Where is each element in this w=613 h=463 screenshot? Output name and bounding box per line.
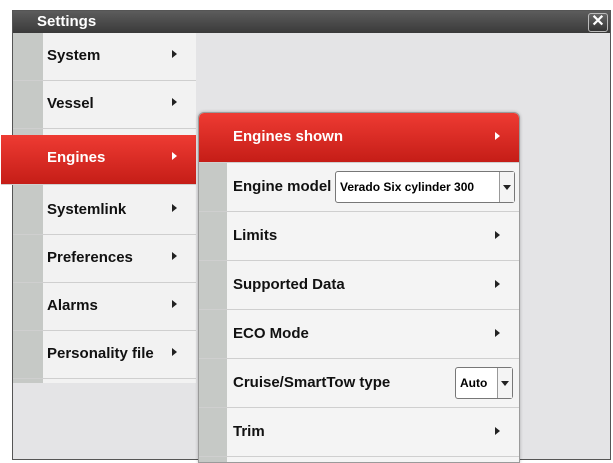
menu-item-label: Alarms (47, 297, 98, 314)
dropdown-button[interactable] (497, 368, 512, 398)
close-icon[interactable]: ✕ (588, 13, 608, 32)
chevron-right-icon (172, 348, 177, 356)
menu-item-label: Systemlink (47, 201, 127, 218)
menu-item-label: Personality file (47, 345, 154, 362)
submenu-item-cruise-smarttow-type: Cruise/SmartTow type Auto (199, 359, 519, 408)
menu-item-label: Vessel (47, 95, 94, 112)
submenu-item-engine-model: Engine model Verado Six cylinder 300 (199, 163, 519, 212)
menu-item-personality-file[interactable]: Personality file (13, 331, 196, 379)
dropdown-button[interactable] (499, 172, 514, 202)
submenu-item-trim[interactable]: Trim (199, 408, 519, 457)
menu-item-systemlink[interactable]: Systemlink (13, 187, 196, 235)
chevron-right-icon (172, 300, 177, 308)
dropdown-value: Verado Six cylinder 300 (340, 180, 475, 194)
menu-item-alarms[interactable]: Alarms (13, 283, 196, 331)
submenu-item-supported-data[interactable]: Supported Data (199, 261, 519, 310)
menu-item-label: System (47, 47, 101, 64)
submenu-item-engines-shown[interactable]: Engines shown (199, 113, 519, 163)
chevron-right-icon (495, 280, 500, 288)
chevron-right-icon (495, 132, 500, 140)
engines-submenu: Engines shown Engine model Verado Six cy… (198, 112, 520, 463)
chevron-down-icon (501, 381, 509, 386)
submenu-item-label: Limits (233, 227, 278, 244)
submenu-item-label: Cruise/SmartTow type (233, 374, 391, 391)
submenu-item-eco-mode[interactable]: ECO Mode (199, 310, 519, 359)
menu-item-label: Engines (47, 149, 106, 166)
chevron-right-icon (495, 427, 500, 435)
settings-menu: System Vessel Engines Systemlink Prefere… (1, 33, 196, 383)
menu-item-system[interactable]: System (13, 33, 196, 81)
chevron-right-icon (172, 98, 177, 106)
menu-item-label: Preferences (47, 249, 133, 266)
chevron-down-icon (503, 185, 511, 190)
engine-model-dropdown[interactable]: Verado Six cylinder 300 (335, 171, 515, 203)
cruise-type-dropdown[interactable]: Auto (455, 367, 513, 399)
submenu-item-label: Supported Data (233, 276, 345, 293)
dropdown-value: Auto (460, 376, 488, 390)
submenu-item-limits[interactable]: Limits (199, 212, 519, 261)
chevron-right-icon (172, 204, 177, 212)
window-title: Settings (37, 13, 97, 30)
submenu-item-label: Engines shown (233, 128, 344, 145)
settings-window: Settings ✕ System Vessel Engines Systeml… (1, 10, 611, 463)
submenu-item-label: ECO Mode (233, 325, 309, 342)
chevron-right-icon (172, 252, 177, 260)
chevron-right-icon (495, 329, 500, 337)
menu-item-engines[interactable]: Engines (1, 135, 196, 185)
chevron-right-icon (495, 231, 500, 239)
title-bar: Settings ✕ (13, 11, 610, 33)
submenu-item-label: Trim (233, 423, 265, 440)
menu-item-preferences[interactable]: Preferences (13, 235, 196, 283)
chevron-right-icon (172, 152, 177, 160)
menu-item-vessel[interactable]: Vessel (13, 81, 196, 129)
chevron-right-icon (172, 50, 177, 58)
submenu-item-label: Engine model (233, 178, 332, 195)
